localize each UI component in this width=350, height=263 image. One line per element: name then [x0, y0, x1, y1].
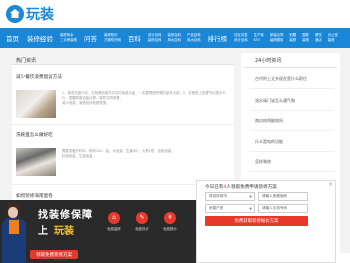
- nav-submenu-deco[interactable]: 装修百科 风水百科: [164, 28, 184, 48]
- sidebar-news-item[interactable]: 古代的上丈夫现在是什么职位: [255, 76, 307, 82]
- feature-free-design: ✎ 免费设计: [132, 212, 152, 231]
- promo-subheadline: 上玩装: [38, 222, 74, 237]
- sidebar-news-item[interactable]: 流水阀门该怎么通气和: [255, 98, 295, 104]
- house-type-select[interactable]: 房屋户型 ▼: [205, 204, 255, 213]
- area-input-placeholder: 请输入房屋面积: [262, 194, 288, 198]
- promo-brand-highlight: 玩装: [54, 226, 74, 237]
- nav-renovation-experience[interactable]: 装修经验: [23, 28, 57, 48]
- divider: [250, 130, 334, 131]
- sidebar-title: 24小时资讯: [255, 58, 282, 64]
- article-summary-line: 减少浪费，营造良好就餐氛围。: [62, 101, 110, 105]
- nav-submenu-production[interactable]: 生产家 KTV: [251, 28, 267, 48]
- article-title[interactable]: 洗碗盘怎么做好吃: [16, 132, 53, 138]
- feature-free-quote: ¥ 免费报价: [160, 212, 180, 231]
- worker-face: [8, 207, 18, 218]
- divider: [244, 67, 337, 68]
- main-nav: 首页 装修经验 装修风水 二手房装修 问答 装修知识 方案知识网 百科 设计百科…: [0, 28, 350, 48]
- sidebar-news-item[interactable]: 南瓜炖鸡能炖吗: [255, 118, 283, 124]
- nav-submenu-office[interactable]: 办公室 装修: [325, 28, 341, 48]
- feature-label: 免费设计: [135, 227, 149, 231]
- phone-input-placeholder: 请输入手机号码: [262, 206, 288, 210]
- nav-sub-link[interactable]: 装修: [302, 38, 309, 43]
- nav-encyclopedia[interactable]: 百科: [124, 28, 145, 48]
- nav-submenu-fengshui[interactable]: 装修风水 二手房装修: [57, 28, 80, 48]
- article-thumbnail[interactable]: [16, 148, 56, 176]
- divider: [250, 151, 334, 152]
- nav-submenu-villa[interactable]: 别墅 装修: [286, 28, 299, 48]
- promo-subheadline-prefix: 上: [38, 226, 48, 237]
- phone-input[interactable]: 请输入手机号码: [258, 204, 308, 213]
- chevron-down-icon: ▼: [249, 206, 252, 211]
- feature-free-measure: ⌂ 免费量房: [104, 212, 124, 231]
- nav-qa[interactable]: 问答: [80, 28, 101, 48]
- nav-sub-link[interactable]: 装修: [289, 38, 296, 43]
- nav-submenu-contract[interactable]: 家装合同 装修顺序: [267, 28, 287, 48]
- nav-ranking[interactable]: 排行榜: [204, 28, 232, 48]
- nav-sub-link[interactable]: 风水百科: [167, 38, 181, 43]
- nav-sub-link[interactable]: 方案知识网: [104, 38, 121, 43]
- nav-sub-link[interactable]: KTV: [254, 38, 264, 43]
- nav-submenu-product[interactable]: 产品百科 风水百科: [184, 28, 204, 48]
- page: 玩装 首页 装修经验 装修风水 二手房装修 问答 装修知识 方案知识网 百科 设…: [0, 0, 350, 263]
- nav-submenu-garden[interactable]: 园林 装修: [299, 28, 312, 48]
- site-logo-text[interactable]: 玩装: [26, 4, 54, 24]
- house-logo-icon[interactable]: [6, 5, 24, 23]
- nav-sub-link[interactable]: 装修: [328, 38, 338, 43]
- divider: [12, 124, 234, 125]
- ruler-icon: ⌂: [108, 212, 120, 224]
- divider: [250, 110, 334, 111]
- close-icon[interactable]: ×: [328, 181, 333, 188]
- city-select-placeholder: 请选择城市: [209, 194, 227, 198]
- nav-sub-link[interactable]: 风水百科: [187, 38, 201, 43]
- divider: [12, 64, 234, 65]
- nav-sub-link[interactable]: 装修顺序: [270, 38, 284, 43]
- feature-label: 免费量房: [107, 227, 121, 231]
- worker-vest: [9, 220, 19, 234]
- nav-submenu-knowledge[interactable]: 装修知识 方案知识网: [101, 28, 124, 48]
- nav-submenu-dining[interactable]: 餐饮 酒店: [312, 28, 325, 48]
- get-quote-button[interactable]: 免费获取装修报价方案: [205, 216, 308, 226]
- article-summary: 需要准备的材料：精肉100，盐、水适量，生姜3片，大葱1根，淀粉适量， 料酒适量…: [62, 149, 230, 159]
- form-heading: 今日已有4人领取免费申请装修方案: [205, 184, 277, 190]
- nav-submenu-community[interactable]: 社区问答 设计百科: [231, 28, 251, 48]
- nav-sub-link[interactable]: 设计百科: [234, 38, 248, 43]
- partial-list-item[interactable]: 你们是一步做到哦: [40, 257, 67, 262]
- article-summary-line: 1、推进光盘行动，在就餐前事先评估好饭菜分量，一定要根据所需的量来点菜；2、在餐…: [62, 91, 226, 100]
- nav-sub-link[interactable]: 装修百科: [148, 38, 162, 43]
- divider: [250, 88, 334, 89]
- section-title: 热门资讯: [16, 58, 37, 64]
- nav-submenu-design[interactable]: 设计百科 装修百科: [145, 28, 165, 48]
- area-input[interactable]: 请输入房屋面积: [258, 192, 308, 201]
- article-thumbnail[interactable]: [16, 90, 56, 118]
- form-heading-prefix: 今日已有: [205, 185, 224, 190]
- sidebar-news-item[interactable]: 怎样装修: [255, 159, 271, 165]
- chevron-down-icon: ▼: [249, 194, 252, 199]
- sidebar-news-item[interactable]: 什么是电的功能: [255, 139, 283, 145]
- site-header: 玩装: [0, 0, 350, 28]
- article-summary: 1、推进光盘行动，在就餐前事先评估好饭菜分量，一定要根据所需的量来点菜；2、在餐…: [62, 91, 230, 106]
- feature-label: 免费报价: [163, 227, 177, 231]
- promo-headline: 找装修保障: [38, 210, 93, 221]
- form-heading-suffix: 人领取免费申请装修方案: [226, 185, 277, 190]
- price-tag-icon: ¥: [164, 212, 176, 224]
- nav-sub-link[interactable]: 酒店: [315, 38, 322, 43]
- house-type-placeholder: 房屋户型: [209, 206, 224, 210]
- divider: [250, 171, 334, 172]
- city-select[interactable]: 请选择城市 ▼: [205, 192, 255, 201]
- pencil-icon: ✎: [136, 212, 148, 224]
- article-summary-line: 料酒适量，生抽适量。: [62, 154, 96, 158]
- article-title[interactable]: 减少餐饮浪费倡议方法: [16, 74, 62, 80]
- nav-sub-link[interactable]: 二手房装修: [60, 38, 77, 43]
- worker-illustration: [0, 198, 28, 263]
- nav-home[interactable]: 首页: [2, 28, 23, 48]
